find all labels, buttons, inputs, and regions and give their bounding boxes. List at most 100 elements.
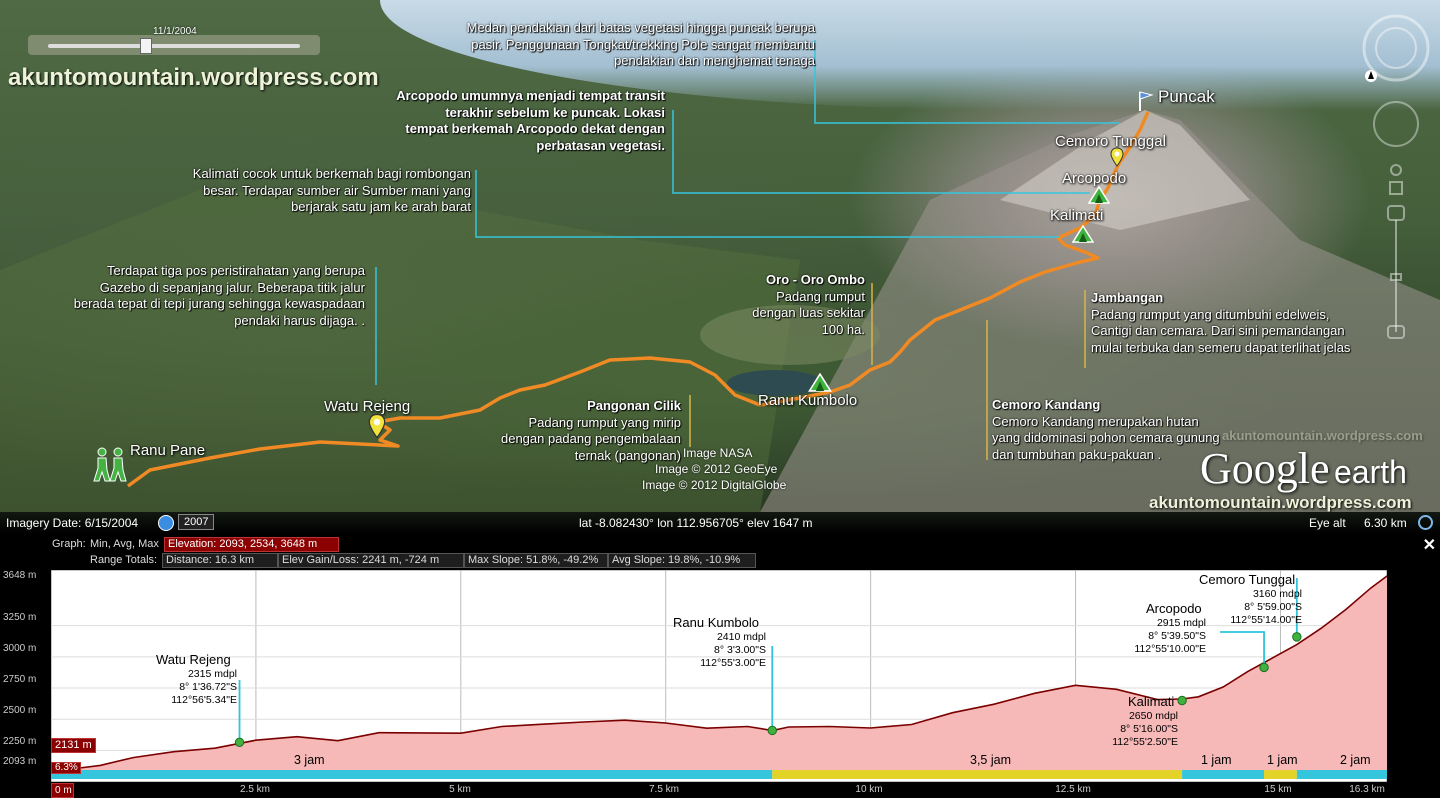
y-tick-label: 3648 m bbox=[3, 570, 37, 581]
street-view-icon bbox=[1389, 164, 1403, 195]
annotation-oro-oro-ombo: Oro - Oro Ombo Padang rumput dengan luas … bbox=[752, 272, 865, 337]
place-label-ranu-kumbolo[interactable]: Ranu Kumbolo bbox=[758, 392, 857, 409]
duration-segment bbox=[1296, 770, 1387, 779]
waypoint-details-watu-rejeng: 2315 mdpl 8° 1'36.72"S 112°56'5.34"E bbox=[171, 668, 237, 706]
logo-word-google: Google bbox=[1200, 444, 1330, 493]
y-tick-label: 2250 m bbox=[3, 736, 37, 747]
waypoint-label-arcopodo: Arcopodo bbox=[1146, 601, 1202, 616]
google-earth-logo: Google earth bbox=[1200, 443, 1407, 494]
eye-alt-value: 6.30 km bbox=[1364, 516, 1407, 530]
historical-imagery-icon[interactable] bbox=[158, 515, 174, 531]
streaming-indicator-icon bbox=[1418, 515, 1433, 530]
waypoint-marker bbox=[767, 725, 777, 736]
annotation-watu-rejeng: Terdapat tiga pos peristirahatan yang be… bbox=[73, 263, 365, 328]
waypoint-label-cemoro-tunggal: Cemoro Tunggal bbox=[1199, 572, 1296, 587]
look-joystick bbox=[1373, 101, 1419, 147]
place-label-cemoro-tunggal[interactable]: Cemoro Tunggal bbox=[1055, 133, 1166, 150]
x-tick-label: 7.5 km bbox=[648, 784, 680, 795]
waypoint-details-arcopodo: 2915 mdpl 8° 5'39.50"S 112°55'10.00"E bbox=[1134, 617, 1206, 655]
time-slider[interactable]: 11/1/2004 bbox=[28, 26, 320, 55]
x-tick-label: 2.5 km bbox=[239, 784, 271, 795]
elevation-stat-box[interactable]: Elevation: 2093, 2534, 3648 m bbox=[164, 537, 339, 552]
duration-segment bbox=[1264, 770, 1297, 779]
distance-stat-box[interactable]: Distance: 16.3 km bbox=[162, 553, 278, 568]
waypoint-details-ranu-kumbolo: 2410 mdpl 8° 3'3.00"S 112°55'3.00"E bbox=[700, 631, 766, 669]
max-slope-stat-box[interactable]: Max Slope: 51.8%, -49.2% bbox=[464, 553, 608, 568]
annotation-jambangan: Jambangan Padang rumput yang ditumbuhi e… bbox=[1091, 290, 1351, 355]
time-slider-date: 11/1/2004 bbox=[153, 26, 197, 37]
map-view[interactable]: 11/1/2004 akuntomountain.wordpress.com M… bbox=[0, 0, 1440, 512]
imagery-credit: Image © 2012 DigitalGlobe bbox=[642, 478, 787, 492]
waypoint-details-kalimati: 2650 mdpl 8° 5'16.00"S 112°55'2.50"E bbox=[1112, 710, 1178, 748]
x-tick-label: 5 km bbox=[449, 784, 471, 795]
waypoint-marker bbox=[234, 737, 245, 748]
close-profile-button[interactable]: ✕ bbox=[1423, 535, 1436, 555]
watermark-faint: akuntomountain.wordpress.com bbox=[1222, 428, 1423, 443]
summit-flag-icon[interactable] bbox=[1137, 90, 1155, 112]
compass-ring bbox=[1362, 14, 1430, 82]
duration-segment bbox=[1182, 770, 1265, 779]
time-slider-thumb[interactable] bbox=[140, 38, 152, 54]
x-tick-label: 12.5 km bbox=[1055, 784, 1091, 795]
pin-icon[interactable] bbox=[1110, 147, 1124, 167]
x-tick-label: 10 km bbox=[855, 784, 883, 795]
duration-label: 3,5 jam bbox=[970, 753, 1011, 767]
graph-label: Graph: bbox=[52, 538, 86, 550]
elevation-profile-panel[interactable]: Graph: Min, Avg, Max Elevation: 2093, 25… bbox=[0, 534, 1440, 798]
pin-icon[interactable] bbox=[368, 413, 386, 439]
graph-mode-options[interactable]: Min, Avg, Max bbox=[90, 538, 159, 550]
duration-label: 2 jam bbox=[1340, 753, 1371, 767]
duration-segments bbox=[51, 770, 1387, 779]
waypoint-marker bbox=[1177, 695, 1187, 706]
y-tick-label: 3250 m bbox=[3, 612, 37, 623]
annotation-kalimati: Kalimati cocok untuk berkemah bagi rombo… bbox=[192, 166, 471, 214]
zoom-slider bbox=[1387, 205, 1405, 339]
navigation-controls[interactable] bbox=[1358, 12, 1434, 342]
hikers-icon[interactable] bbox=[92, 446, 130, 484]
current-elevation-box: 2131 m bbox=[51, 738, 96, 753]
y-tick-label: 3000 m bbox=[3, 643, 37, 654]
waypoint-label-watu-rejeng: Watu Rejeng bbox=[156, 652, 231, 667]
x-tick-label: 15 km bbox=[1264, 784, 1292, 795]
imagery-credit: Image © 2012 GeoEye bbox=[655, 462, 778, 476]
cursor-coordinates: lat -8.082430° lon 112.956705° elev 1647… bbox=[579, 516, 813, 530]
waypoint-label-kalimati: Kalimati bbox=[1128, 694, 1175, 709]
elev-gain-stat-box[interactable]: Elev Gain/Loss: 2241 m, -724 m bbox=[278, 553, 464, 568]
y-tick-label: 2500 m bbox=[3, 705, 37, 716]
place-label-arcopodo[interactable]: Arcopodo bbox=[1062, 170, 1126, 187]
waypoint-details-cemoro-tunggal: 3160 mdpl 8° 5'59.00"S 112°55'14.00"E bbox=[1230, 588, 1302, 626]
duration-label: 1 jam bbox=[1201, 753, 1232, 767]
y-tick-label: 2093 m bbox=[3, 756, 37, 767]
status-bar: Imagery Date: 6/15/2004 2007 lat -8.0824… bbox=[0, 512, 1440, 534]
waypoint-marker bbox=[1292, 632, 1302, 642]
campsite-icon[interactable] bbox=[1072, 225, 1094, 243]
time-slider-track[interactable] bbox=[48, 44, 300, 48]
y-tick-label: 2750 m bbox=[3, 674, 37, 685]
x-tick-label: 16.3 km bbox=[1349, 784, 1385, 795]
imagery-year-button[interactable]: 2007 bbox=[178, 514, 215, 530]
annotation-arcopodo: Arcopodo umumnya menjadi tempat transit t… bbox=[396, 88, 665, 153]
start-distance-box: 0 m bbox=[51, 783, 74, 798]
campsite-icon[interactable] bbox=[808, 373, 832, 392]
duration-label: 1 jam bbox=[1267, 753, 1298, 767]
place-label-watu-rejeng[interactable]: Watu Rejeng bbox=[324, 398, 410, 415]
logo-word-earth: earth bbox=[1333, 454, 1407, 490]
avg-slope-stat-box[interactable]: Avg Slope: 19.8%, -10.9% bbox=[608, 553, 756, 568]
current-slope-box: 6.3% bbox=[51, 762, 81, 774]
imagery-credit: Image NASA bbox=[683, 446, 753, 460]
place-label-kalimati[interactable]: Kalimati bbox=[1050, 207, 1103, 224]
place-label-ranu-pane[interactable]: Ranu Pane bbox=[130, 442, 205, 459]
waypoint-marker bbox=[1259, 662, 1269, 673]
north-icon bbox=[1365, 70, 1377, 82]
site-watermark-top: akuntomountain.wordpress.com bbox=[8, 64, 379, 91]
eye-alt-label: Eye alt bbox=[1309, 516, 1346, 530]
annotation-pangonan-cilik: Pangonan Cilik Padang rumput yang mirip d… bbox=[500, 398, 681, 463]
site-watermark-bottom: akuntomountain.wordpress.com bbox=[1149, 493, 1412, 512]
annotation-summit: Medan pendakian dari batas vegetasi hing… bbox=[466, 20, 815, 68]
range-totals-label: Range Totals: bbox=[90, 554, 158, 566]
campsite-icon[interactable] bbox=[1088, 186, 1110, 204]
imagery-date: Imagery Date: 6/15/2004 bbox=[6, 516, 139, 530]
duration-segment bbox=[772, 770, 1183, 779]
place-label-puncak[interactable]: Puncak bbox=[1158, 87, 1215, 107]
duration-segment bbox=[51, 770, 773, 779]
